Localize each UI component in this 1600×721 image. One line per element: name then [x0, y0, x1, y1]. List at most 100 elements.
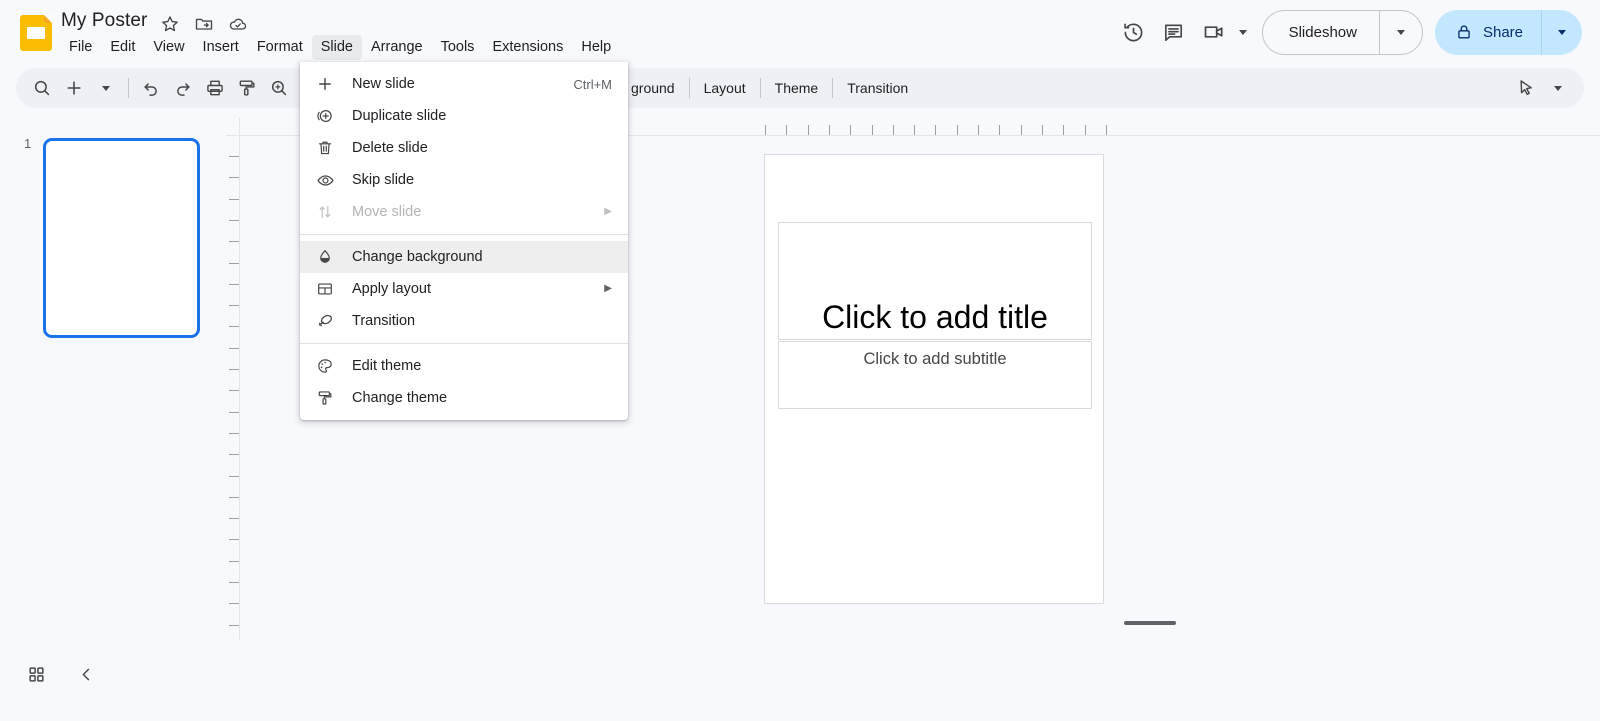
share-options-caret[interactable] — [1542, 10, 1582, 55]
ruler-tick-vertical — [229, 582, 239, 583]
transition-icon — [314, 311, 336, 331]
ruler-tick-vertical — [229, 369, 239, 370]
print-icon[interactable] — [199, 72, 231, 104]
ruler-tick-vertical — [229, 603, 239, 605]
menu-item-label: Move slide — [352, 204, 422, 220]
select-cursor-caret[interactable] — [1542, 72, 1574, 104]
menu-format[interactable]: Format — [248, 35, 312, 60]
cloud-saved-icon[interactable] — [228, 14, 248, 34]
vertical-ruler — [226, 118, 244, 640]
ruler-tick-horizontal — [871, 125, 873, 135]
menu-file[interactable]: File — [60, 35, 101, 60]
undo-icon[interactable] — [135, 72, 167, 104]
ruler-tick-vertical — [229, 241, 239, 243]
eye-icon — [314, 170, 336, 190]
menu-item-shortcut: Ctrl+M — [573, 76, 612, 92]
menu-help[interactable]: Help — [572, 35, 620, 60]
chevron-left-icon[interactable] — [69, 657, 103, 691]
grid-view-icon[interactable] — [19, 657, 53, 691]
submenu-arrow-icon: ▶ — [604, 206, 612, 217]
ruler-tick-vertical — [229, 496, 239, 498]
subtitle-placeholder[interactable]: Click to add subtitle — [778, 341, 1092, 409]
menu-view[interactable]: View — [144, 35, 193, 60]
zoom-icon[interactable] — [263, 72, 295, 104]
menu-item-label: Transition — [352, 313, 416, 329]
menu-insert[interactable]: Insert — [194, 35, 248, 60]
ruler-tick-horizontal — [914, 125, 916, 135]
slides-logo-icon — [20, 15, 52, 51]
menu-item-transition[interactable]: Transition — [300, 305, 628, 337]
menu-item-move-slide[interactable]: Move slide ▶ — [300, 196, 628, 228]
new-slide-button[interactable] — [58, 72, 90, 104]
menu-item-new-slide[interactable]: New slide Ctrl+M — [300, 68, 628, 100]
slide-number-label: 1 — [24, 136, 32, 151]
ruler-tick-horizontal — [807, 125, 809, 135]
menu-item-delete-slide[interactable]: Delete slide — [300, 132, 628, 164]
slide-thumbnail-1[interactable] — [43, 138, 200, 338]
menu-extensions[interactable]: Extensions — [483, 35, 572, 60]
menu-item-label: Change theme — [352, 390, 448, 406]
submenu-arrow-icon: ▶ — [604, 283, 612, 294]
background-button[interactable]: ground — [623, 72, 683, 104]
transition-button[interactable]: Transition — [839, 72, 916, 104]
version-history-icon[interactable] — [1114, 12, 1154, 52]
toolbar-divider-2 — [688, 78, 690, 98]
theme-button[interactable]: Theme — [767, 72, 827, 104]
menu-slide[interactable]: Slide — [311, 35, 362, 60]
document-title[interactable]: My Poster — [61, 10, 147, 32]
menu-item-change-theme[interactable]: Change theme — [300, 382, 628, 414]
move-to-folder-icon[interactable] — [194, 14, 214, 34]
video-camera-icon[interactable] — [1194, 12, 1234, 52]
slide-filmstrip-panel: 1 — [0, 118, 226, 640]
share-label: Share — [1482, 23, 1523, 41]
ruler-tick-vertical — [229, 305, 239, 307]
menu-arrange[interactable]: Arrange — [362, 35, 432, 60]
share-button[interactable]: Share — [1435, 9, 1542, 55]
ruler-tick-vertical — [229, 411, 239, 413]
slideshow-options-caret[interactable] — [1380, 11, 1422, 54]
comment-icon[interactable] — [1154, 12, 1194, 52]
present-options-caret[interactable] — [1234, 12, 1252, 52]
notes-resize-handle[interactable] — [1124, 621, 1176, 625]
menu-item-label: Change background — [352, 249, 483, 265]
menu-item-edit-theme[interactable]: Edit theme — [300, 350, 628, 382]
slideshow-button[interactable]: Slideshow — [1263, 10, 1380, 54]
menu-item-duplicate-slide[interactable]: Duplicate slide — [300, 100, 628, 132]
menu-item-skip-slide[interactable]: Skip slide — [300, 164, 628, 196]
select-cursor-icon[interactable] — [1510, 72, 1542, 104]
present-control-group — [1194, 12, 1252, 52]
redo-icon[interactable] — [167, 72, 199, 104]
layout-button[interactable]: Layout — [696, 72, 754, 104]
menu-item-label: New slide — [352, 76, 415, 92]
search-icon[interactable] — [26, 72, 58, 104]
top-right-actions: Slideshow Share — [1114, 8, 1582, 56]
ruler-tick-vertical — [229, 390, 239, 392]
bottom-bar: Click to add speaker notes — [0, 640, 1600, 721]
ruler-tick-vertical — [229, 518, 239, 520]
menu-edit[interactable]: Edit — [101, 35, 144, 60]
menu-item-change-background[interactable]: Change background — [300, 241, 628, 273]
ruler-tick-vertical — [229, 326, 239, 328]
ruler-tick-vertical — [229, 454, 239, 456]
star-icon[interactable] — [160, 14, 180, 34]
ruler-tick-horizontal — [1084, 125, 1086, 135]
toolbar-divider — [128, 78, 129, 98]
top-bar: My Poster File Edit View Insert Format S… — [0, 0, 1600, 63]
ruler-baseline-vertical — [239, 118, 240, 640]
menu-tools[interactable]: Tools — [432, 35, 484, 60]
menu-item-apply-layout[interactable]: Apply layout ▶ — [300, 273, 628, 305]
ruler-tick-vertical — [229, 177, 239, 179]
slides-app-window: My Poster File Edit View Insert Format S… — [0, 0, 1600, 721]
paint-format-icon[interactable] — [231, 72, 263, 104]
title-placeholder[interactable]: Click to add title — [778, 222, 1092, 340]
ruler-tick-vertical — [229, 347, 239, 349]
slide-editing-surface[interactable]: Click to add title Click to add subtitle — [764, 154, 1104, 604]
menu-item-label: Delete slide — [352, 140, 428, 156]
menu-item-label: Edit theme — [352, 358, 422, 374]
new-slide-options-caret[interactable] — [90, 72, 122, 104]
layout-grid-icon — [314, 279, 336, 299]
ruler-tick-vertical — [229, 156, 239, 157]
title-placeholder-text: Click to add title — [822, 299, 1048, 336]
plus-icon — [314, 74, 336, 94]
menu-item-label: Duplicate slide — [352, 108, 447, 124]
